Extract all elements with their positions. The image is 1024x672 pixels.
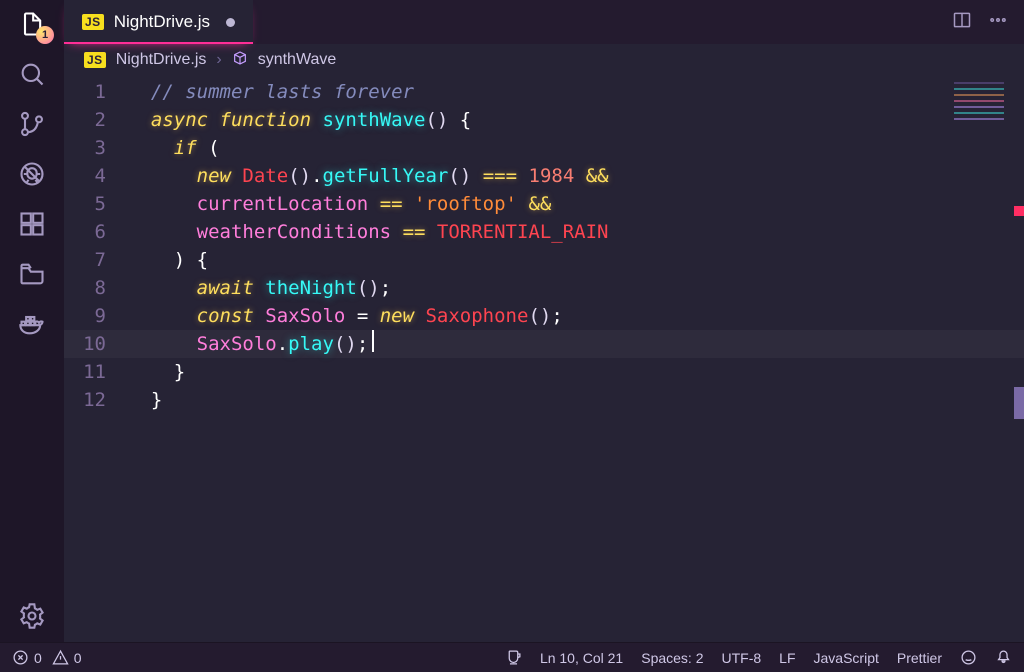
symbol-method-icon [232,50,248,71]
editor-area: JS NightDrive.js JS NightDrive.js › synt… [64,0,1024,642]
status-paint-icon[interactable] [505,649,522,666]
tab-label: NightDrive.js [114,12,210,32]
explorer-badge: 1 [36,26,54,44]
debug-disabled-icon[interactable] [16,158,48,190]
code[interactable]: 1 // summer lasts forever 2 async functi… [64,76,1024,414]
tab-bar: JS NightDrive.js [64,0,1024,44]
status-lncol[interactable]: Ln 10, Col 21 [540,650,623,666]
app-root: 1 [0,0,1024,672]
status-language[interactable]: JavaScript [814,650,879,666]
tab-actions [936,0,1024,44]
split-editor-icon[interactable] [952,10,972,35]
settings-gear-icon[interactable] [16,600,48,632]
minimap[interactable] [954,82,1004,138]
status-warnings[interactable]: 0 [52,649,82,666]
status-encoding[interactable]: UTF-8 [722,650,762,666]
line-number: 9 [64,302,128,330]
text-caret [372,330,374,352]
dirty-indicator-icon [226,18,235,27]
line-number: 3 [64,134,128,162]
status-errors[interactable]: 0 [12,649,42,666]
status-eol[interactable]: LF [779,650,795,666]
status-feedback-icon[interactable] [960,649,977,666]
extensions-icon[interactable] [16,208,48,240]
main-area: 1 [0,0,1024,642]
line-number: 2 [64,106,128,134]
line-number: 5 [64,190,128,218]
breadcrumb[interactable]: JS NightDrive.js › synthWave [64,44,1024,76]
breadcrumb-symbol: synthWave [258,51,337,69]
source-control-icon[interactable] [16,108,48,140]
line-number: 11 [64,358,128,386]
overview-ruler[interactable] [1010,76,1024,642]
overview-region-mark [1014,387,1024,419]
status-spaces[interactable]: Spaces: 2 [641,650,703,666]
line-number: 12 [64,386,128,414]
docker-icon[interactable] [16,308,48,340]
tab-nightdrive[interactable]: JS NightDrive.js [64,0,253,44]
breadcrumb-file: NightDrive.js [116,51,207,69]
chevron-right-icon: › [216,51,221,69]
line-number: 7 [64,246,128,274]
overview-error-mark [1014,206,1024,216]
line-number: 1 [64,78,128,106]
status-bell-icon[interactable] [995,649,1012,666]
activity-bar: 1 [0,0,64,642]
status-bar: 0 0 Ln 10, Col 21 Spaces: 2 UTF-8 LF Jav… [0,642,1024,672]
explorer-icon[interactable]: 1 [16,8,48,40]
status-formatter[interactable]: Prettier [897,650,942,666]
search-icon[interactable] [16,58,48,90]
more-icon[interactable] [988,10,1008,35]
line-number: 6 [64,218,128,246]
line-number: 4 [64,162,128,190]
line-number: 10 [64,330,128,358]
line-number: 8 [64,274,128,302]
breadcrumb-file-badge: JS [84,52,106,68]
folder-icon[interactable] [16,258,48,290]
file-lang-badge: JS [82,14,104,30]
editor-body[interactable]: 1 // summer lasts forever 2 async functi… [64,76,1024,642]
